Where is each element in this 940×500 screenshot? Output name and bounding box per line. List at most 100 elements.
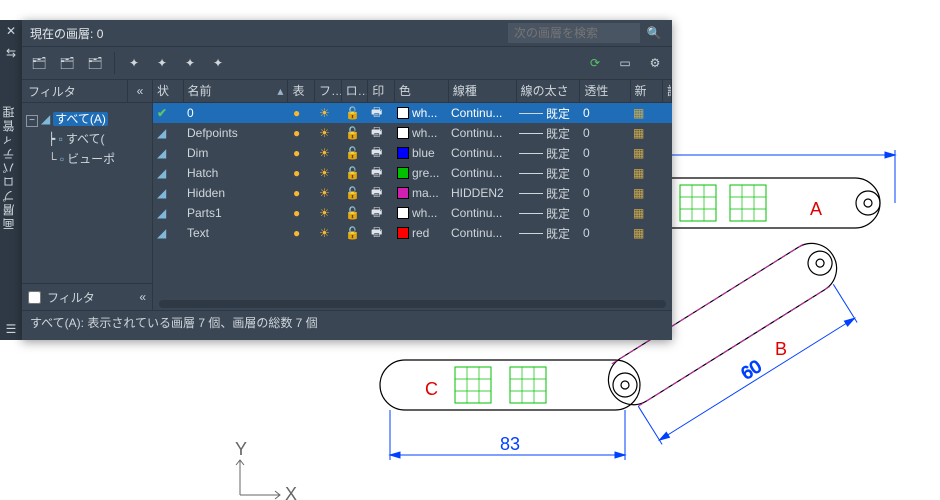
- lock-icon[interactable]: 🔓: [345, 186, 360, 200]
- col-transparency: 透性: [580, 80, 630, 102]
- table-row[interactable]: ◢Dim●☀🔓🖶blueContinu...既定0▦: [153, 143, 672, 163]
- linetype-cell[interactable]: Continu...: [447, 146, 515, 160]
- bulb-icon[interactable]: ●: [293, 186, 300, 200]
- transparency-cell[interactable]: 0: [579, 146, 629, 160]
- transparency-cell[interactable]: 0: [579, 226, 629, 240]
- bulb-icon[interactable]: ●: [293, 206, 300, 220]
- newvp-icon[interactable]: ▦: [633, 186, 644, 200]
- linetype-cell[interactable]: Continu...: [447, 106, 515, 120]
- color-cell[interactable]: wh...: [393, 206, 447, 220]
- bulb-icon[interactable]: ●: [293, 226, 300, 240]
- new-group-filter-button[interactable]: 🗂: [56, 52, 78, 74]
- printer-icon[interactable]: 🖶: [371, 203, 382, 224]
- bulb-icon[interactable]: ●: [293, 146, 300, 160]
- table-row[interactable]: ◢Hidden●☀🔓🖶ma...HIDDEN2既定0▦: [153, 183, 672, 203]
- newvp-icon[interactable]: ▦: [633, 126, 644, 140]
- newvp-icon[interactable]: ▦: [633, 106, 644, 120]
- color-cell[interactable]: gre...: [393, 166, 447, 180]
- lineweight-cell[interactable]: 既定: [515, 145, 579, 162]
- color-cell[interactable]: wh...: [393, 126, 447, 140]
- table-header[interactable]: 状 名前 ▴ 表 フ.. ロ.. 印 色 線種 線の太さ 透性 新 説明: [153, 80, 672, 103]
- layer-name: Dim: [183, 146, 289, 160]
- linetype-cell[interactable]: Continu...: [447, 206, 515, 220]
- printer-icon[interactable]: 🖶: [371, 223, 382, 244]
- lock-icon[interactable]: 🔓: [345, 226, 360, 240]
- transparency-cell[interactable]: 0: [579, 166, 629, 180]
- sun-icon[interactable]: ☀: [319, 226, 330, 240]
- color-cell[interactable]: ma...: [393, 186, 447, 200]
- collapse-filter-icon[interactable]: «: [127, 80, 152, 102]
- lock-icon[interactable]: 🔓: [345, 166, 360, 180]
- new-layer-button[interactable]: ✦: [123, 52, 145, 74]
- lock-icon[interactable]: 🔓: [345, 106, 360, 120]
- table-row[interactable]: ◢Defpoints●☀🔓🖶wh...Continu...既定0▦: [153, 123, 672, 143]
- bulb-icon[interactable]: ●: [293, 126, 300, 140]
- sun-icon[interactable]: ☀: [319, 166, 330, 180]
- pin-icon[interactable]: ⇆: [0, 42, 22, 64]
- sun-icon[interactable]: ☀: [319, 106, 330, 120]
- lock-icon[interactable]: 🔓: [345, 206, 360, 220]
- lineweight-cell[interactable]: 既定: [515, 165, 579, 182]
- layer-states-button[interactable]: 🗂: [84, 52, 106, 74]
- gear-icon[interactable]: ⚙: [644, 52, 666, 74]
- table-row[interactable]: ◢Parts1●☀🔓🖶wh...Continu...既定0▦: [153, 203, 672, 223]
- sun-icon[interactable]: ☀: [319, 186, 330, 200]
- lineweight-cell[interactable]: 既定: [515, 105, 579, 122]
- printer-icon[interactable]: 🖶: [371, 143, 382, 164]
- search-icon[interactable]: 🔍: [644, 23, 664, 43]
- newvp-icon[interactable]: ▦: [633, 166, 644, 180]
- lock-icon[interactable]: 🔓: [345, 146, 360, 160]
- color-cell[interactable]: red: [393, 226, 447, 240]
- newvp-icon[interactable]: ▦: [633, 146, 644, 160]
- sun-icon[interactable]: ☀: [319, 206, 330, 220]
- linetype-cell[interactable]: Continu...: [447, 166, 515, 180]
- printer-icon[interactable]: 🖶: [371, 163, 382, 184]
- set-current-button[interactable]: ✦: [207, 52, 229, 74]
- close-icon[interactable]: ✕: [0, 20, 22, 42]
- filter-tree[interactable]: −◢すべて(A) ┝ ▫すべて( └ ▫ビューポ: [22, 103, 152, 283]
- transparency-cell[interactable]: 0: [579, 126, 629, 140]
- ucs-y: Y: [235, 439, 247, 459]
- bulb-icon[interactable]: ●: [293, 106, 300, 120]
- col-description: 説明: [663, 80, 672, 102]
- transparency-cell[interactable]: 0: [579, 186, 629, 200]
- lock-icon[interactable]: 🔓: [345, 126, 360, 140]
- transparency-cell[interactable]: 0: [579, 206, 629, 220]
- linetype-cell[interactable]: HIDDEN2: [447, 186, 515, 200]
- new-layer-vp-frozen-button[interactable]: ✦: [151, 52, 173, 74]
- lineweight-cell[interactable]: 既定: [515, 225, 579, 242]
- search-input[interactable]: [508, 23, 640, 43]
- linetype-cell[interactable]: Continu...: [447, 226, 515, 240]
- col-lineweight: 線の太さ: [517, 80, 581, 102]
- layer-name: Parts1: [183, 206, 289, 220]
- lineweight-cell[interactable]: 既定: [515, 125, 579, 142]
- table-row[interactable]: ◢Text●☀🔓🖶redContinu...既定0▦: [153, 223, 672, 243]
- dim-83: 83: [500, 434, 520, 454]
- invert-filter-checkbox[interactable]: [28, 291, 41, 304]
- layer-name: Text: [183, 226, 289, 240]
- panel-options-icon[interactable]: ☰: [0, 320, 22, 338]
- new-filter-button[interactable]: 🗂: [28, 52, 50, 74]
- table-row[interactable]: ◢Hatch●☀🔓🖶gre...Continu...既定0▦: [153, 163, 672, 183]
- sun-icon[interactable]: ☀: [319, 126, 330, 140]
- table-row[interactable]: ✔0●☀🔓🖶wh...Continu...既定0▦: [153, 103, 672, 123]
- sun-icon[interactable]: ☀: [319, 146, 330, 160]
- lineweight-cell[interactable]: 既定: [515, 205, 579, 222]
- horizontal-scrollbar[interactable]: [159, 300, 666, 308]
- transparency-cell[interactable]: 0: [579, 106, 629, 120]
- color-cell[interactable]: blue: [393, 146, 447, 160]
- delete-layer-button[interactable]: ✦: [179, 52, 201, 74]
- settings-list-icon[interactable]: ▭: [614, 52, 636, 74]
- refresh-icon[interactable]: ⟳: [584, 52, 606, 74]
- layer-icon: ◢: [157, 126, 166, 140]
- printer-icon[interactable]: 🖶: [371, 103, 382, 124]
- color-cell[interactable]: wh...: [393, 106, 447, 120]
- lineweight-cell[interactable]: 既定: [515, 185, 579, 202]
- newvp-icon[interactable]: ▦: [633, 226, 644, 240]
- printer-icon[interactable]: 🖶: [371, 183, 382, 204]
- printer-icon[interactable]: 🖶: [371, 123, 382, 144]
- newvp-icon[interactable]: ▦: [633, 206, 644, 220]
- collapse-filter-bottom-icon[interactable]: «: [139, 290, 146, 304]
- linetype-cell[interactable]: Continu...: [447, 126, 515, 140]
- bulb-icon[interactable]: ●: [293, 166, 300, 180]
